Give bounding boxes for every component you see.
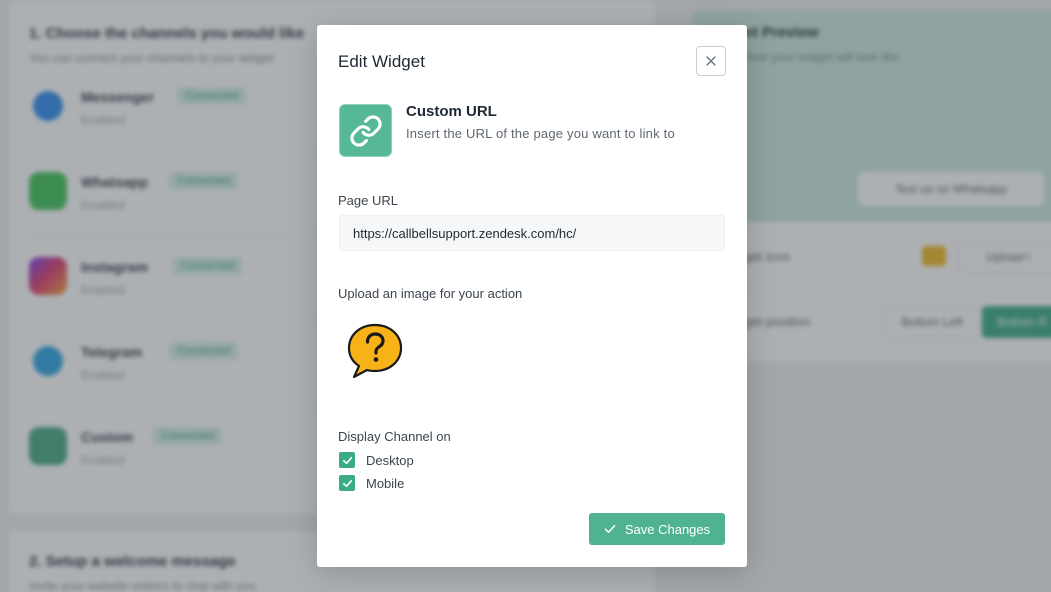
upload-image-label: Upload an image for your action bbox=[338, 286, 523, 301]
check-icon bbox=[342, 479, 352, 487]
edit-widget-dialog: Edit Widget Custom URL Insert the URL of… bbox=[317, 25, 747, 567]
desktop-checkbox[interactable] bbox=[339, 452, 355, 468]
desktop-option[interactable]: Desktop bbox=[339, 451, 414, 469]
display-channel-label: Display Channel on bbox=[338, 429, 451, 444]
mobile-option[interactable]: Mobile bbox=[339, 474, 404, 492]
question-bubble-icon bbox=[347, 323, 403, 379]
save-changes-button[interactable]: Save Changes bbox=[589, 513, 725, 545]
custom-url-tile bbox=[339, 104, 392, 157]
desktop-label: Desktop bbox=[366, 452, 414, 468]
action-description: Insert the URL of the page you want to l… bbox=[406, 126, 675, 141]
link-icon bbox=[349, 114, 382, 147]
action-title: Custom URL bbox=[406, 103, 497, 120]
mobile-label: Mobile bbox=[366, 475, 405, 491]
mobile-checkbox[interactable] bbox=[339, 475, 355, 491]
action-image-upload[interactable] bbox=[345, 321, 405, 381]
check-icon bbox=[604, 525, 616, 533]
page-url-label: Page URL bbox=[338, 193, 398, 208]
close-button[interactable] bbox=[696, 46, 726, 76]
page-url-input[interactable] bbox=[339, 215, 725, 251]
close-icon bbox=[706, 56, 716, 66]
check-icon bbox=[342, 456, 352, 464]
save-changes-label: Save Changes bbox=[624, 521, 711, 537]
dialog-title: Edit Widget bbox=[338, 52, 425, 71]
